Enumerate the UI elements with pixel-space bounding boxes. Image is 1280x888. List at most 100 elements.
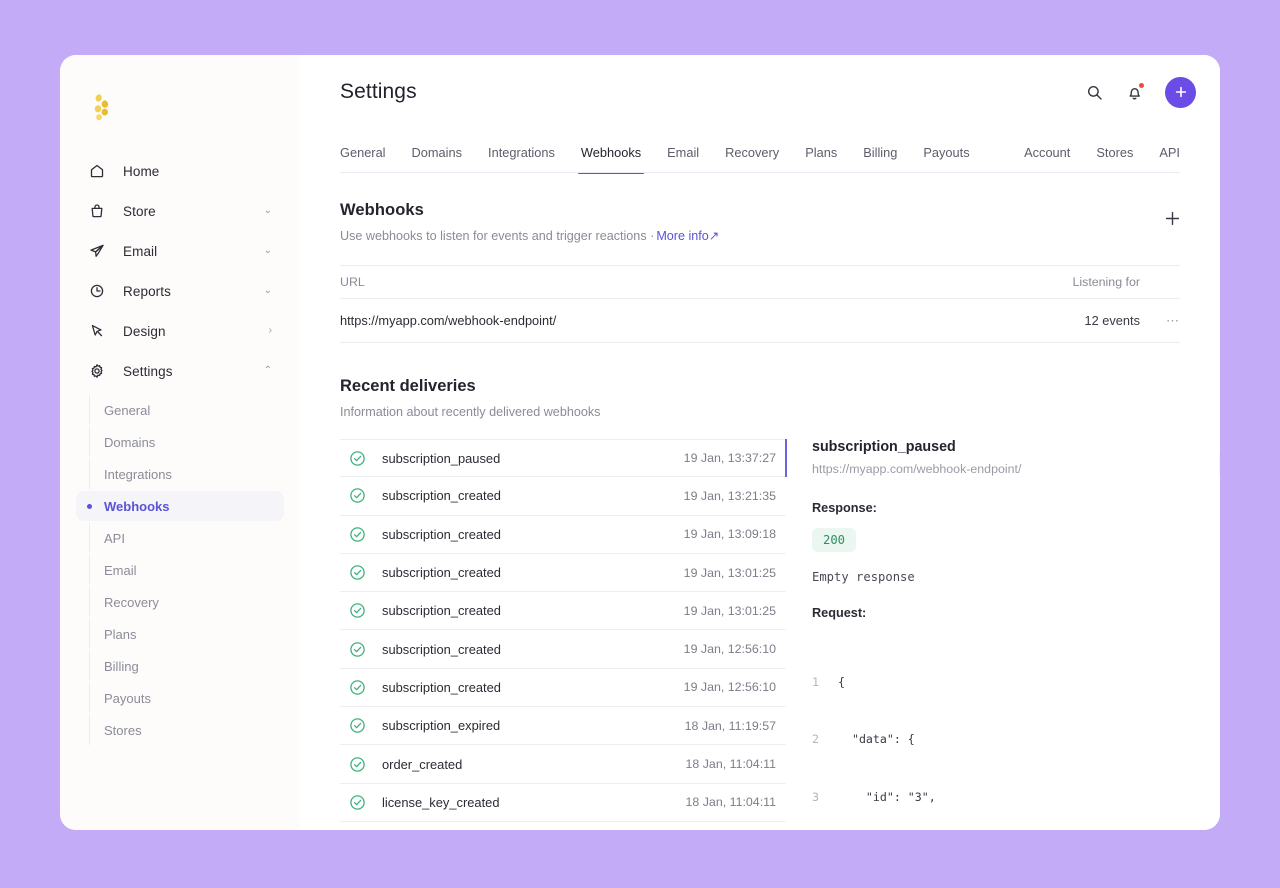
sidebar-subitem-email[interactable]: Email: [76, 555, 284, 585]
line-number: 3: [812, 788, 838, 807]
sidebar-subitem-billing[interactable]: Billing: [76, 651, 284, 681]
main-content: Settings: [300, 55, 1220, 830]
sidebar-subitem-general[interactable]: General: [76, 395, 284, 425]
list-item[interactable]: subscription_expired 18 Jan, 11:19:57: [340, 707, 786, 745]
sidebar-subitem-webhooks[interactable]: Webhooks: [76, 491, 284, 521]
delivery-timestamp: 18 Jan, 11:19:57: [685, 719, 776, 733]
list-item[interactable]: subscription_created 19 Jan, 13:01:25: [340, 554, 786, 592]
check-circle-icon: [349, 794, 366, 811]
sidebar-item-store[interactable]: Store ⌄: [76, 195, 284, 227]
delivery-event-name: subscription_created: [382, 565, 501, 580]
tab-api[interactable]: API: [1159, 145, 1180, 173]
sidebar-item-reports[interactable]: Reports ⌄: [76, 275, 284, 307]
request-label: Request:: [812, 606, 1220, 620]
delivery-detail-header: subscription_paused https://myapp.com/we…: [812, 439, 1220, 479]
request-code-block: 1 { 2 "data": { 3 "id": "3",: [812, 634, 1220, 830]
list-item[interactable]: subscription_created 19 Jan, 13:01:25: [340, 592, 786, 630]
check-circle-icon: [349, 450, 366, 467]
bag-icon: [88, 203, 105, 220]
subnav-tick: [89, 619, 90, 649]
webhooks-table: URL Listening for https://myapp.com/webh…: [340, 265, 1180, 343]
delivery-event-name: subscription_created: [382, 642, 501, 657]
delivery-event-name: order_created: [382, 757, 462, 772]
tab-plans[interactable]: Plans: [805, 145, 837, 173]
line-number: 1: [812, 673, 838, 692]
subnav-label: Recovery: [104, 595, 159, 610]
webhooks-table-header: URL Listening for: [340, 265, 1180, 299]
tab-domains[interactable]: Domains: [412, 145, 463, 173]
check-circle-icon: [349, 756, 366, 773]
tab-stores[interactable]: Stores: [1096, 145, 1133, 173]
list-item[interactable]: license_key_created 18 Jan, 11:04:11: [340, 784, 786, 822]
check-circle-icon: [349, 487, 366, 504]
list-item[interactable]: order_created 18 Jan, 11:04:11: [340, 745, 786, 783]
webhook-row-menu-icon[interactable]: ⋯: [1140, 313, 1180, 329]
chevron-up-icon: ⌃: [264, 366, 272, 376]
page-title: Settings: [340, 80, 417, 104]
delivery-timestamp: 19 Jan, 13:37:27: [684, 451, 776, 465]
sidebar-subitem-payouts[interactable]: Payouts: [76, 683, 284, 713]
tab-email[interactable]: Email: [667, 145, 699, 173]
screen-root: Home Store ⌄: [0, 0, 1280, 888]
sidebar-subitem-integrations[interactable]: Integrations: [76, 459, 284, 489]
delivery-timestamp: 19 Jan, 13:01:25: [684, 566, 776, 580]
list-item[interactable]: subscription_paused 19 Jan, 13:37:27: [340, 439, 786, 477]
delivery-timestamp: 19 Jan, 13:21:35: [684, 489, 776, 503]
list-item[interactable]: subscription_created 19 Jan, 13:09:18: [340, 516, 786, 554]
tab-payouts[interactable]: Payouts: [923, 145, 969, 173]
sidebar-subitem-api[interactable]: API: [76, 523, 284, 553]
subnav-label: Stores: [104, 723, 142, 738]
delivery-detail-panel: subscription_paused https://myapp.com/we…: [786, 439, 1220, 830]
gear-icon: [88, 363, 105, 380]
tabs-right-group: Account Stores API: [998, 145, 1180, 173]
notification-dot: [1139, 83, 1144, 88]
list-item[interactable]: subscription_created 19 Jan, 13:21:35: [340, 477, 786, 515]
app-window: Home Store ⌄: [60, 55, 1220, 830]
chevron-right-icon: ›: [269, 326, 272, 336]
tabs-left-group: General Domains Integrations Webhooks Em…: [340, 145, 996, 173]
column-url: URL: [340, 275, 1072, 289]
search-icon[interactable]: [1083, 81, 1105, 103]
webhooks-subtitle: Use webhooks to listen for events and tr…: [340, 228, 719, 243]
webhook-listening-count: 12 events: [1085, 313, 1141, 328]
webhooks-subtitle-text: Use webhooks to listen for events and tr…: [340, 229, 654, 243]
add-webhook-button[interactable]: [1165, 201, 1180, 231]
bell-icon[interactable]: [1123, 81, 1145, 103]
sidebar-subitem-recovery[interactable]: Recovery: [76, 587, 284, 617]
tab-billing[interactable]: Billing: [863, 145, 897, 173]
table-row[interactable]: https://myapp.com/webhook-endpoint/ 12 e…: [340, 299, 1180, 343]
active-dot-icon: [87, 504, 92, 509]
tab-account[interactable]: Account: [1024, 145, 1070, 173]
delivery-event-name: subscription_created: [382, 603, 501, 618]
response-label: Response:: [812, 501, 1220, 515]
sidebar-item-settings[interactable]: Settings ⌃: [76, 355, 284, 387]
list-item[interactable]: subscription_created 19 Jan, 12:56:10: [340, 630, 786, 668]
resend-button[interactable]: Resend: [1219, 449, 1220, 479]
tab-general[interactable]: General: [340, 145, 386, 173]
tab-recovery[interactable]: Recovery: [725, 145, 779, 173]
app-logo[interactable]: [60, 77, 300, 139]
subnav-tick: [89, 587, 90, 617]
code-line: 3 "id": "3",: [812, 788, 1220, 807]
sidebar-item-email[interactable]: Email ⌄: [76, 235, 284, 267]
subnav-label: Billing: [104, 659, 139, 674]
sidebar-item-home[interactable]: Home: [76, 155, 284, 187]
more-info-link[interactable]: More info↗: [656, 229, 719, 243]
recent-deliveries-subtitle: Information about recently delivered web…: [340, 405, 1180, 419]
add-button[interactable]: [1165, 77, 1196, 108]
tab-integrations[interactable]: Integrations: [488, 145, 555, 173]
cursor-icon: [88, 323, 105, 340]
sidebar-item-design[interactable]: Design ›: [76, 315, 284, 347]
chevron-down-icon: ⌄: [264, 246, 272, 256]
sidebar-subitem-plans[interactable]: Plans: [76, 619, 284, 649]
sidebar-subitem-stores[interactable]: Stores: [76, 715, 284, 745]
delivery-timestamp: 18 Jan, 11:04:11: [686, 795, 776, 809]
tab-webhooks[interactable]: Webhooks: [581, 145, 641, 173]
list-item[interactable]: subscription_created 19 Jan, 12:56:10: [340, 669, 786, 707]
sidebar: Home Store ⌄: [60, 55, 300, 830]
delivery-detail-url: https://myapp.com/webhook-endpoint/: [812, 462, 1021, 476]
delivery-event-name: subscription_created: [382, 488, 501, 503]
sidebar-subitem-domains[interactable]: Domains: [76, 427, 284, 457]
top-bar: Settings: [300, 55, 1220, 129]
subnav-tick: [89, 555, 90, 585]
